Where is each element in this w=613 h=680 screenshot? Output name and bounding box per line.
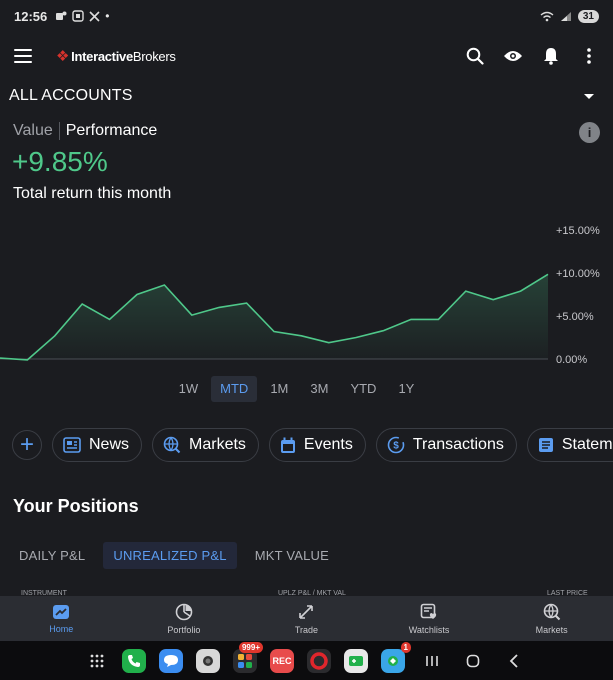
status-bar: 12:56 • 31 bbox=[0, 0, 613, 32]
teams-icon bbox=[56, 11, 67, 20]
timeframe-selector: 1W MTD 1M 3M YTD 1Y bbox=[0, 376, 613, 402]
add-shortcut-button[interactable]: + bbox=[12, 430, 42, 460]
total-return-value: +9.85% bbox=[12, 146, 108, 177]
watchlist-icon bbox=[420, 603, 437, 619]
pill-events[interactable]: Events bbox=[268, 428, 366, 462]
quick-links: + News Markets Events $ Transactions Sta… bbox=[12, 428, 613, 462]
total-return-label: Total return this month bbox=[13, 185, 172, 202]
brand-bold: Interactive bbox=[71, 48, 133, 64]
pill-markets-label: Markets bbox=[189, 436, 246, 453]
pie-chart-icon bbox=[175, 603, 193, 620]
trade-arrows-icon bbox=[299, 604, 314, 619]
eye-icon[interactable] bbox=[503, 46, 523, 66]
timeframe-1m[interactable]: 1M bbox=[261, 376, 297, 402]
screen-recorder-icon[interactable]: REC bbox=[270, 648, 294, 673]
positions-tabs: DAILY P&L UNREALIZED P&L MKT VALUE bbox=[9, 542, 339, 569]
brand-light: Brokers bbox=[132, 48, 176, 64]
chart-area-fill bbox=[0, 274, 548, 360]
brand-logo: ❖ Interactive Brokers bbox=[56, 47, 176, 65]
newspaper-icon bbox=[63, 437, 81, 453]
statement-icon bbox=[538, 438, 553, 452]
more-vert-icon[interactable] bbox=[579, 46, 599, 66]
globe-search-icon bbox=[543, 603, 560, 620]
value-tab[interactable]: Value bbox=[13, 122, 60, 140]
caret-down-icon bbox=[584, 93, 594, 99]
nav-portfolio-label: Portfolio bbox=[167, 624, 201, 635]
tab-mkt-value[interactable]: MKT VALUE bbox=[245, 542, 339, 569]
recents-nav-icon[interactable] bbox=[418, 655, 446, 667]
nav-watchlists[interactable]: Watchlists bbox=[368, 596, 491, 641]
nav-home[interactable]: Home bbox=[0, 596, 123, 641]
pill-statements[interactable]: Statemen bbox=[526, 428, 613, 462]
tab-unrealized-pnl[interactable]: UNREALIZED P&L bbox=[103, 542, 237, 569]
svg-text:$: $ bbox=[393, 441, 399, 452]
account-selector-label: ALL ACCOUNTS bbox=[9, 87, 133, 104]
ib-flame-icon: ❖ bbox=[56, 48, 70, 65]
dollar-cycle-icon: $ bbox=[387, 436, 405, 454]
menu-icon[interactable] bbox=[14, 49, 32, 63]
nav-markets-label: Markets bbox=[535, 624, 568, 635]
nav-trade[interactable]: Trade bbox=[245, 596, 368, 641]
nav-portfolio[interactable]: Portfolio bbox=[123, 596, 246, 641]
y-tick-label: +10.00% bbox=[556, 268, 600, 280]
search-icon[interactable] bbox=[465, 46, 485, 66]
pill-transactions[interactable]: $ Transactions bbox=[375, 428, 517, 462]
camera-app-icon[interactable] bbox=[196, 648, 220, 673]
timeframe-mtd[interactable]: MTD bbox=[211, 376, 258, 402]
messages-app-icon[interactable] bbox=[159, 648, 183, 673]
status-time: 12:56 bbox=[14, 8, 48, 24]
screenshot-icon bbox=[72, 10, 84, 22]
y-tick-label: 0.00% bbox=[556, 354, 587, 366]
timeframe-ytd[interactable]: YTD bbox=[341, 376, 385, 402]
y-tick-label: +15.00% bbox=[556, 225, 600, 237]
info-icon[interactable]: i bbox=[579, 122, 600, 143]
screen-recorder-label: REC bbox=[272, 655, 292, 666]
tab-daily-pnl[interactable]: DAILY P&L bbox=[9, 542, 95, 569]
pill-events-label: Events bbox=[303, 436, 353, 453]
app-bar: ❖ Interactive Brokers bbox=[0, 36, 613, 76]
bixby-app-icon[interactable]: 1 bbox=[381, 641, 411, 673]
system-taskbar: 999+ REC 1 bbox=[0, 641, 613, 680]
bell-icon[interactable] bbox=[541, 46, 561, 66]
nav-markets[interactable]: Markets bbox=[490, 596, 613, 641]
apps-folder-icon[interactable]: 999+ bbox=[233, 641, 263, 673]
bixby-badge: 1 bbox=[400, 641, 411, 653]
pill-news[interactable]: News bbox=[52, 428, 143, 462]
signal-icon bbox=[560, 11, 571, 21]
wifi-icon bbox=[540, 11, 554, 21]
bottom-nav: Home Portfolio Trade Watchlists Markets bbox=[0, 596, 613, 641]
pill-statements-label: Statemen bbox=[561, 436, 613, 453]
nav-home-label: Home bbox=[49, 623, 74, 634]
timeframe-3m[interactable]: 3M bbox=[301, 376, 337, 402]
x-icon bbox=[89, 10, 100, 22]
status-notification-icons: • bbox=[55, 9, 109, 23]
back-nav-icon[interactable] bbox=[500, 653, 528, 668]
status-system-icons: 31 bbox=[540, 9, 599, 23]
calendar-icon bbox=[280, 437, 295, 453]
nav-trade-label: Trade bbox=[294, 624, 319, 635]
pill-markets[interactable]: Markets bbox=[152, 428, 259, 462]
app-drawer-icon[interactable] bbox=[85, 649, 109, 673]
positions-title: Your Positions bbox=[13, 496, 139, 516]
performance-tab[interactable]: Performance bbox=[60, 122, 158, 140]
globe-search-icon bbox=[163, 436, 181, 454]
pill-transactions-label: Transactions bbox=[412, 436, 504, 453]
nav-watchlists-label: Watchlists bbox=[408, 624, 450, 635]
game-launcher-icon[interactable] bbox=[344, 648, 368, 673]
home-nav-icon[interactable] bbox=[459, 654, 487, 668]
summary-toggle: Value Performance bbox=[13, 122, 157, 140]
phone-app-icon[interactable] bbox=[122, 648, 146, 673]
timeframe-1w[interactable]: 1W bbox=[170, 376, 208, 402]
more-notifications-dot-icon: • bbox=[105, 9, 110, 23]
performance-chart[interactable]: +15.00% +10.00% +5.00% 0.00% bbox=[0, 220, 613, 375]
apps-badge: 999+ bbox=[238, 641, 263, 653]
opera-app-icon[interactable] bbox=[307, 648, 331, 673]
account-selector[interactable]: ALL ACCOUNTS bbox=[0, 82, 613, 110]
pill-news-label: News bbox=[89, 436, 130, 453]
home-chart-icon bbox=[53, 604, 70, 619]
timeframe-1y[interactable]: 1Y bbox=[389, 376, 423, 402]
chart-y-axis: +15.00% +10.00% +5.00% 0.00% bbox=[556, 225, 600, 366]
battery-icon: 31 bbox=[577, 9, 599, 23]
y-tick-label: +5.00% bbox=[556, 311, 594, 323]
